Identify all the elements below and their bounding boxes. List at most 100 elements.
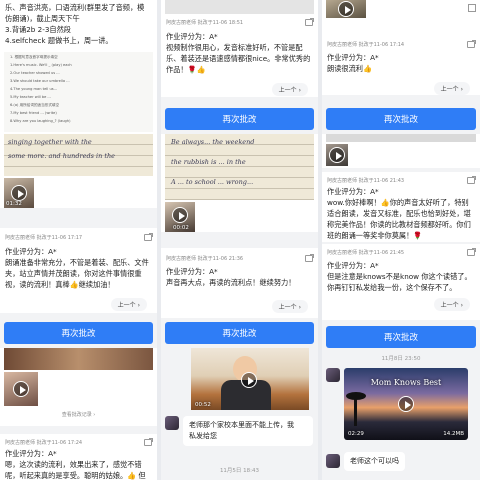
grading-header: 阿皮古丽老师 批改于11-06 17:24 — [5, 436, 153, 448]
share-icon[interactable] — [467, 39, 476, 48]
video-thumbnail[interactable]: Mom Knows Best 02:29 14.2MB — [344, 368, 468, 440]
worksheet-line: 8.Why are you laughing_? (laugh) — [10, 119, 71, 123]
prev-button[interactable]: 上一个 — [433, 298, 470, 311]
worksheet-line: 2.Our teacher showed us ... — [10, 71, 60, 75]
grading-header: 阿皮古丽老师 批改于11-06 21:45 — [327, 246, 476, 258]
grading-card: 阿皮古丽老师 批改于11-06 21:36 作业评分为：A* 声音再大点，再读的… — [161, 248, 318, 298]
grader-info: 阿皮古丽老师 批改于11-06 17:17 — [5, 234, 83, 241]
share-icon[interactable] — [144, 437, 153, 446]
comment-text: 作业评分为：A* 朗读很流利👍 — [327, 53, 379, 73]
grading-card: 阿皮古丽老师 批改于11-06 17:14 作业评分为：A* 朗读很流利👍 上一… — [322, 0, 480, 95]
regrade-button[interactable]: 再次批改 — [165, 322, 314, 344]
video-thumbnail[interactable] — [4, 372, 38, 406]
prev-button[interactable]: 上一个 — [271, 83, 308, 96]
play-icon[interactable] — [329, 147, 345, 163]
video-title: Mom Knows Best — [370, 378, 442, 387]
regrade-button[interactable]: 再次批改 — [326, 326, 476, 348]
play-icon[interactable] — [13, 381, 29, 397]
play-icon[interactable] — [338, 1, 354, 17]
handwriting-line: the rubbish is ... in the — [171, 158, 246, 166]
view-history-link[interactable]: 查看批改记录 › — [0, 411, 157, 418]
worksheet-line: 6.(a) 用所给词的适当形式填空 — [10, 103, 60, 107]
chat-bubble: 老师那个家校本里面不能上传，我 私发给您 — [183, 416, 313, 446]
image-strip[interactable] — [326, 134, 476, 142]
worksheet-line: 1. 根据句意及首字母提示填空 — [10, 55, 58, 59]
grader-info: 阿皮古丽老师 批改于11-06 21:43 — [327, 177, 405, 184]
grading-card: 阿皮古丽老师 批改于11-06 17:24 作业评分为：A* 嗯，这次读的流利，… — [0, 434, 157, 480]
chat-bubble: 老师这个可以吗 — [344, 452, 405, 471]
comment-text: 作业评分为：A* 但是注意是knows不是know 你这个读错了。 你再钉钉私发… — [327, 261, 472, 292]
prev-button[interactable]: 上一个 — [110, 298, 147, 311]
grading-card: 阿皮古丽老师 批改于11-06 21:43 作业评分为：A* wow.你好棒啊！… — [322, 172, 480, 242]
homework-card-1: 乐、声音洪亮，口语流利(群里发了音频，模 仿朗诵)，截止周天下午 3.背诵2b … — [0, 0, 157, 208]
grader-info: 阿皮古丽老师 批改于11-06 17:24 — [5, 439, 83, 446]
grading-header: 阿皮古丽老师 批改于11-06 21:43 — [327, 174, 476, 186]
video-thumbnail[interactable]: 00:52 — [191, 348, 309, 410]
grading-header: 阿皮古丽老师 批改于11-06 17:17 — [5, 231, 153, 243]
share-icon[interactable] — [305, 253, 314, 262]
avatar[interactable] — [326, 454, 340, 468]
assignment-text: 乐、声音洪亮，口语流利(群里发了音频，模 仿朗诵)，截止周天下午 3.背诵2b … — [5, 3, 145, 45]
regrade-button[interactable]: 再次批改 — [165, 108, 314, 130]
handwriting-image[interactable]: Be always... the weekend the rubbish is … — [165, 134, 314, 200]
nav-bar: 上一个 — [161, 298, 318, 318]
worksheet-line: 1.Here's music. We'll _ (play) each — [10, 63, 72, 67]
grading-header: 阿皮古丽老师 批改于11-06 17:14 — [327, 38, 476, 50]
video-thumbnail[interactable]: 01:32 — [4, 178, 34, 208]
comment-text: 作业评分为：A* wow.你好棒啊！👍你的声音太好听了，特别 适合朗读，发音又标… — [327, 187, 471, 240]
chat-timestamp: 11月8日 23:50 — [381, 356, 421, 362]
avatar[interactable] — [326, 368, 340, 382]
comment-text: 作业评分为：A* 声音再大点，再读的流利点！继续努力！ — [166, 267, 296, 287]
image-strip[interactable] — [165, 0, 314, 14]
prev-button[interactable]: 上一个 — [271, 300, 308, 313]
comment-text: 作业评分为：A* 朗诵准备非常充分，不管是着装、配乐、文件 夹，站立声情并茂朗读… — [5, 247, 149, 289]
share-icon[interactable] — [467, 175, 476, 184]
regrade-button[interactable]: 再次批改 — [326, 108, 476, 130]
video-duration: 00:02 — [173, 225, 189, 231]
handwriting-line: Be always... the weekend — [171, 138, 255, 146]
grader-info: 阿皮古丽老师 批改于11-06 21:45 — [327, 249, 405, 256]
worksheet-image[interactable]: 1. 根据句意及首字母提示填空 1.Here's music. We'll _ … — [4, 52, 153, 132]
chat-timestamp: 11月5日 18:43 — [219, 468, 260, 474]
video-duration: 01:32 — [6, 201, 22, 207]
grading-card: 阿皮古丽老师 批改于11-06 18:51 作业评分为：A* 视频制作很用心，发… — [161, 0, 318, 97]
worksheet-line: 7.My best friend ... (write) — [10, 111, 57, 115]
avatar[interactable] — [165, 416, 179, 430]
regrade-button[interactable]: 再次批改 — [4, 322, 153, 344]
media-card — [322, 134, 480, 168]
video-duration: 00:52 — [195, 402, 211, 408]
grader-info: 阿皮古丽老师 批改于11-06 17:14 — [327, 41, 405, 48]
media-card: Be always... the weekend the rubbish is … — [161, 134, 318, 232]
palm-tree — [354, 396, 357, 426]
media-card: 查看批改记录 › — [0, 348, 157, 426]
palm-leaves — [346, 392, 366, 400]
column-1: 乐、声音洪亮，口语流利(群里发了音频，模 仿朗诵)，截止周天下午 3.背诵2b … — [0, 0, 157, 480]
video-duration: 02:29 — [348, 431, 364, 437]
grader-info: 阿皮古丽老师 批改于11-06 18:51 — [166, 19, 244, 26]
grading-header: 阿皮古丽老师 批改于11-06 21:36 — [166, 252, 314, 264]
image-strip[interactable] — [4, 348, 153, 370]
column-3: 阿皮古丽老师 批改于11-06 17:14 作业评分为：A* 朗读很流利👍 上一… — [322, 0, 480, 480]
worksheet-line: 4.The young man tell us... — [10, 87, 58, 91]
share-icon[interactable] — [468, 4, 476, 12]
play-icon[interactable] — [398, 396, 414, 412]
worksheet-line: 5.My teacher will be ... — [10, 95, 51, 99]
play-icon[interactable] — [241, 372, 257, 388]
share-icon[interactable] — [144, 232, 153, 241]
video-thumbnail[interactable] — [326, 0, 366, 18]
comment-text: 作业评分为：A* 嗯，这次读的流利，效果出来了，感觉不错 呢，听起来真的是享受。… — [5, 449, 146, 480]
share-icon[interactable] — [305, 17, 314, 26]
grading-header: 阿皮古丽老师 批改于11-06 18:51 — [166, 16, 314, 28]
comment-text: 作业评分为：A* 视频制作很用心，发音标准好听，不管是配 乐、着装还是语速感情都… — [166, 32, 311, 74]
play-icon[interactable] — [11, 185, 27, 201]
video-thumbnail[interactable]: 00:02 — [165, 202, 195, 232]
handwriting-line: A ... to school ... wrong... — [171, 178, 254, 186]
handwriting-image[interactable]: singing together with the some more. and… — [4, 134, 153, 176]
grading-card: 阿皮古丽老师 批改于11-06 21:45 作业评分为：A* 但是注意是know… — [322, 244, 480, 320]
prev-button[interactable]: 上一个 — [433, 82, 470, 95]
video-thumbnail[interactable] — [326, 144, 348, 166]
share-icon[interactable] — [467, 247, 476, 256]
video-size: 14.2MB — [443, 431, 464, 437]
handwriting-line: singing together with the — [8, 138, 92, 146]
play-icon[interactable] — [172, 207, 188, 223]
